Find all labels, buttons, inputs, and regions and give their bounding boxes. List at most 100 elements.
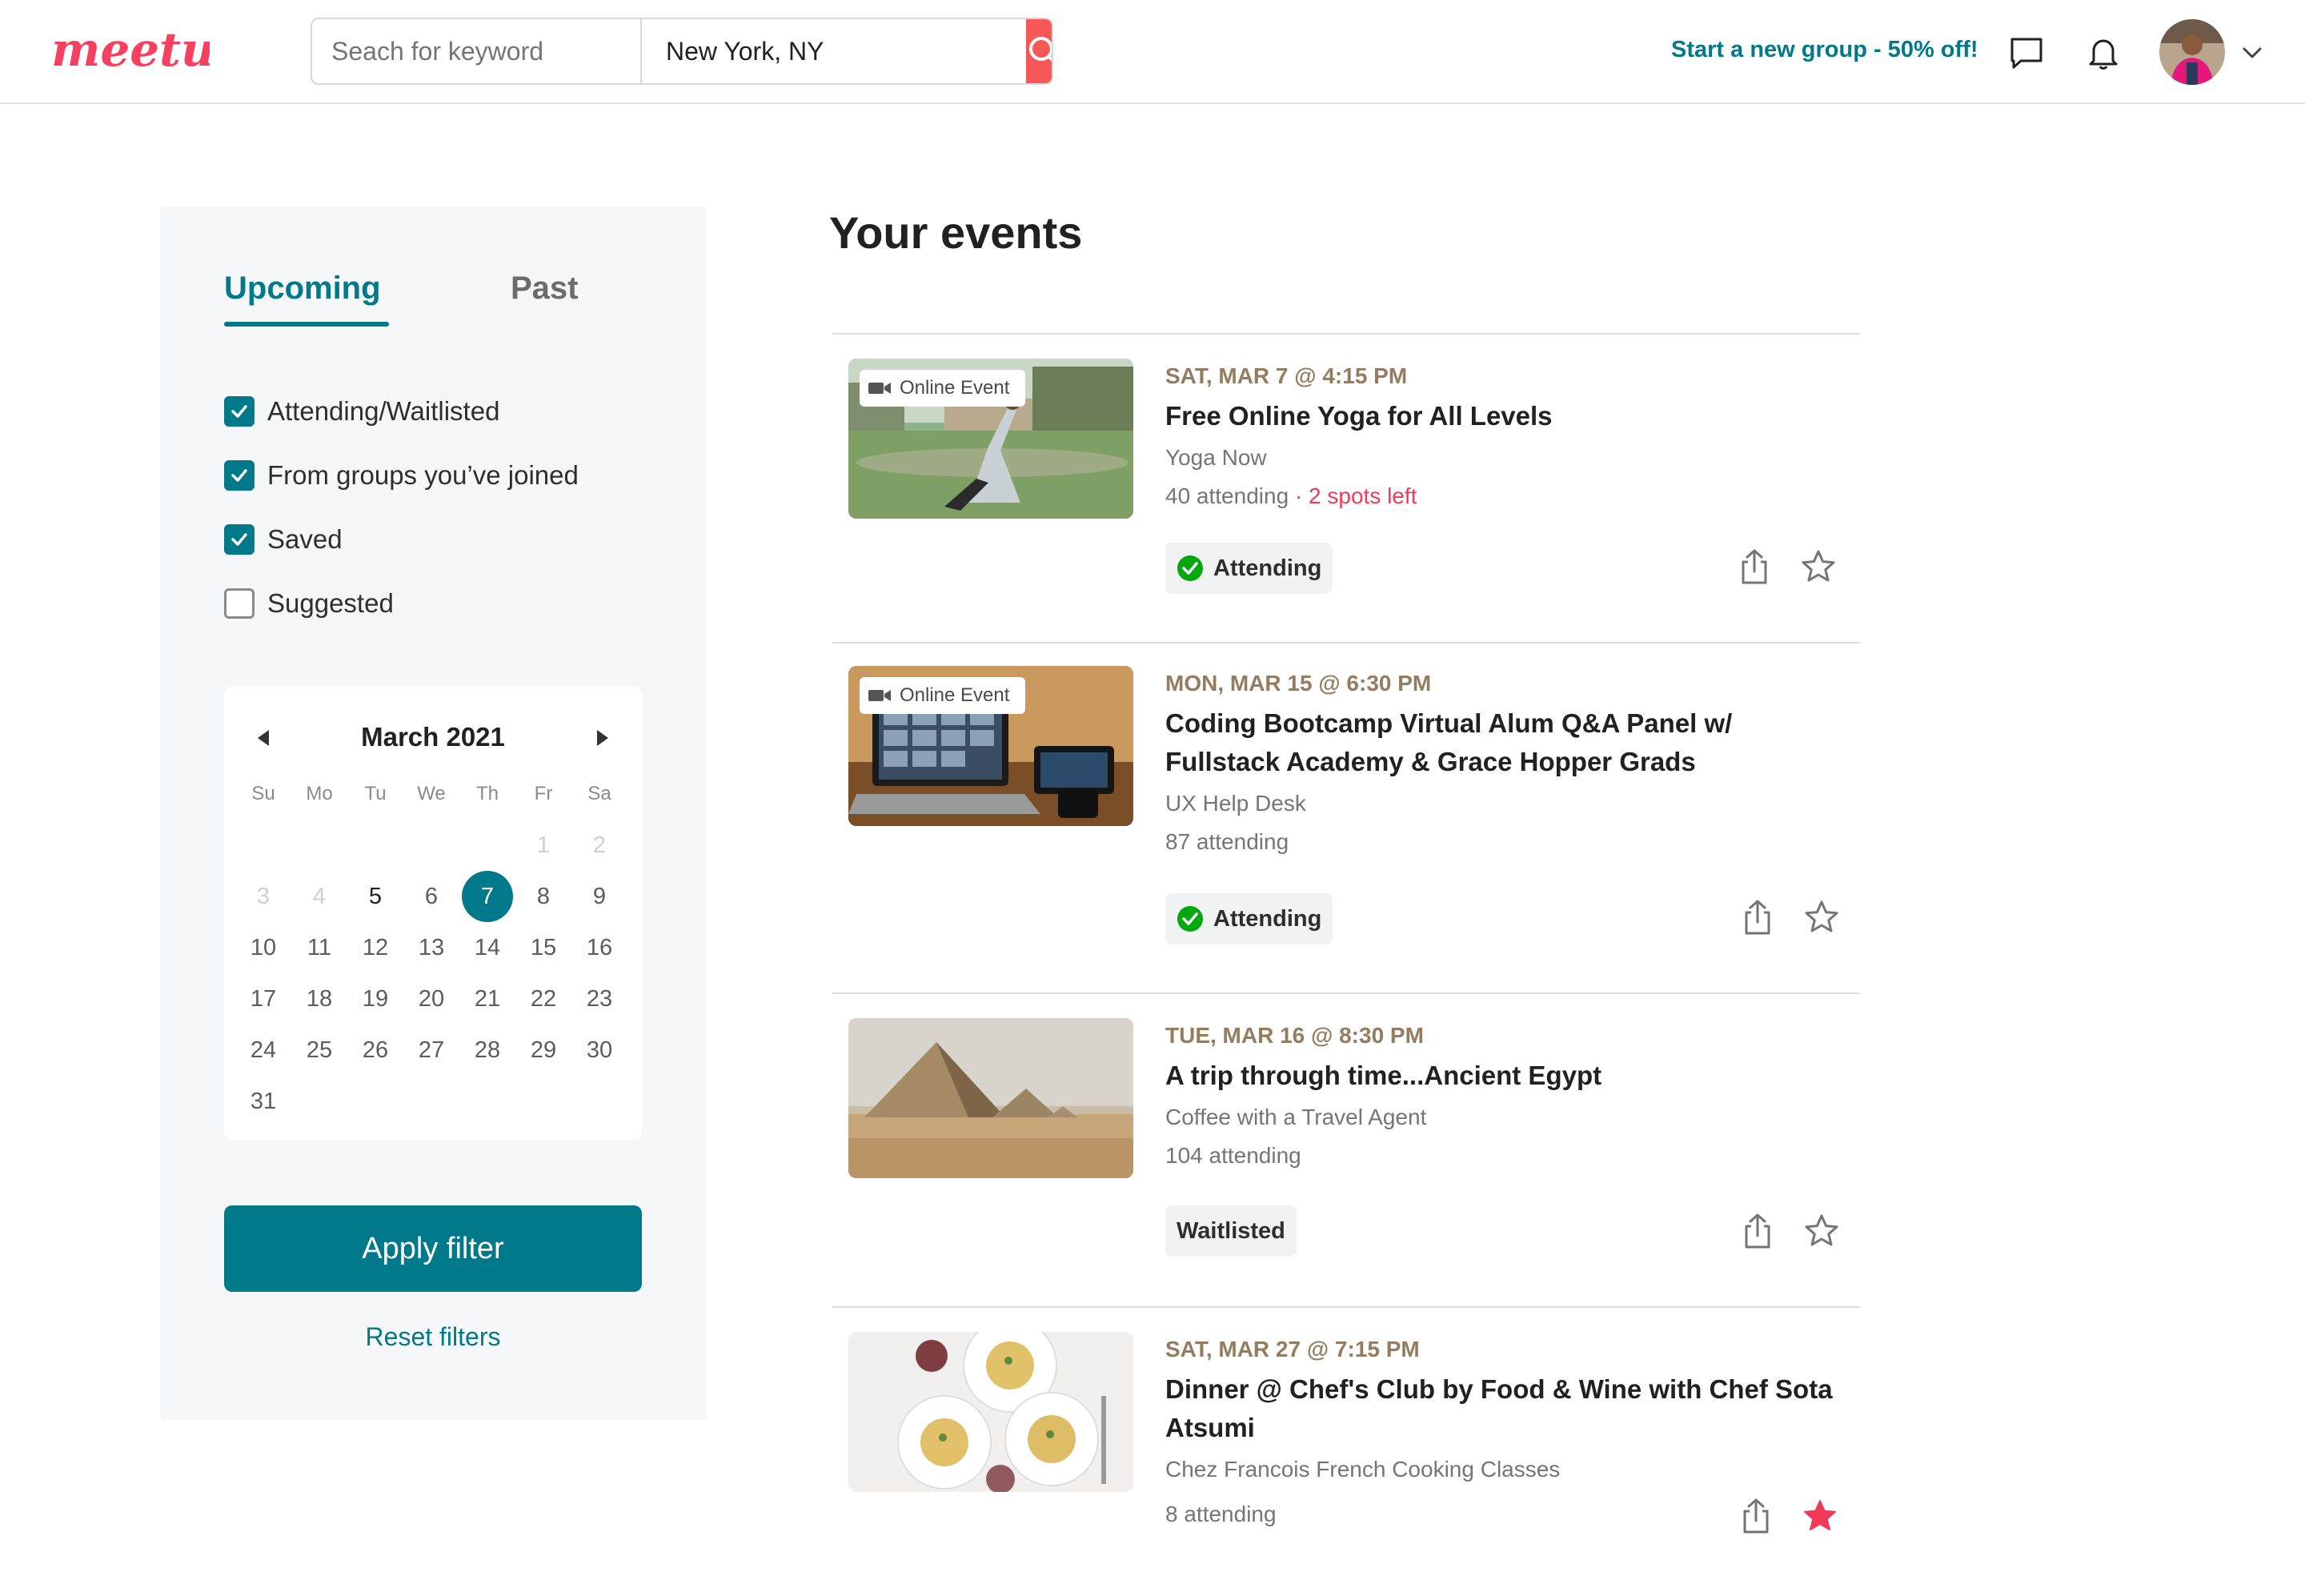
event-image-dinner[interactable]	[848, 1332, 1133, 1492]
calendar-blank-cell	[459, 820, 515, 871]
calendar-day[interactable]: 15	[515, 922, 571, 973]
search-button[interactable]	[1026, 19, 1052, 83]
location-input[interactable]	[642, 19, 1026, 83]
event-image-coding[interactable]: Online Event	[848, 666, 1133, 826]
calendar-blank-cell	[347, 820, 403, 871]
event-group-name[interactable]: Chez Francois French Cooking Classes	[1165, 1457, 1560, 1482]
share-button[interactable]	[1735, 1495, 1777, 1537]
save-star-button[interactable]	[1801, 896, 1842, 938]
event-date: SAT, MAR 7 @ 4:15 PM	[1165, 363, 1408, 388]
filter-attending-waitlisted[interactable]: Attending/Waitlisted	[224, 395, 499, 427]
save-star-button[interactable]	[1801, 1210, 1842, 1252]
event-image-egypt[interactable]	[848, 1018, 1133, 1178]
calendar-day[interactable]: 27	[403, 1025, 459, 1076]
search-icon	[1029, 37, 1052, 62]
calendar-day[interactable]: 31	[235, 1076, 291, 1127]
calendar-day[interactable]: 6	[403, 871, 459, 922]
event-title[interactable]: A trip through time...Ancient Egypt	[1165, 1057, 1846, 1095]
tab-past[interactable]: Past	[511, 271, 579, 307]
notifications-button[interactable]	[2083, 32, 2124, 74]
save-star-button[interactable]	[1798, 546, 1839, 587]
saved-star-button[interactable]	[1799, 1495, 1841, 1537]
checkbox-unchecked[interactable]	[224, 588, 255, 619]
event-card[interactable]: Online Event MON, MAR 15 @ 6:30 PM Codin…	[832, 642, 1860, 992]
calendar-day[interactable]: 17	[235, 973, 291, 1025]
calendar-weekday: Fr	[534, 783, 553, 804]
chevron-down-icon[interactable]	[2238, 38, 2267, 67]
filter-from-groups[interactable]: From groups you’ve joined	[224, 459, 579, 491]
share-button[interactable]	[1734, 546, 1775, 587]
filter-sidebar: Upcoming Past Attending/Waitlisted From …	[160, 207, 706, 1420]
event-group-name[interactable]: Yoga Now	[1165, 445, 1267, 471]
calendar-day[interactable]: 26	[347, 1025, 403, 1076]
calendar-day[interactable]: 12	[347, 922, 403, 973]
tab-upcoming[interactable]: Upcoming	[224, 271, 381, 307]
event-group-name[interactable]: Coffee with a Travel Agent	[1165, 1105, 1426, 1130]
next-month-button[interactable]	[586, 722, 618, 754]
online-badge-label: Online Event	[900, 377, 1010, 399]
event-attendance: 40 attending · 2 spots left	[1165, 483, 1417, 509]
calendar-day[interactable]: 10	[235, 922, 291, 973]
calendar-day[interactable]: 2	[571, 820, 627, 871]
calendar-day[interactable]: 9	[571, 871, 627, 922]
calendar-day[interactable]: 25	[291, 1025, 347, 1076]
checkmark-icon	[231, 469, 247, 482]
attendee-count: 104 attending	[1165, 1143, 1301, 1168]
calendar-day[interactable]: 29	[515, 1025, 571, 1076]
calendar-day[interactable]: 16	[571, 922, 627, 973]
calendar-day[interactable]: 5	[347, 871, 403, 922]
calendar-day[interactable]: 13	[403, 922, 459, 973]
share-button[interactable]	[1737, 896, 1778, 938]
calendar-day[interactable]: 24	[235, 1025, 291, 1076]
apply-filter-button[interactable]: Apply filter	[224, 1205, 642, 1292]
event-title[interactable]: Dinner @ Chef's Club by Food & Wine with…	[1165, 1370, 1846, 1447]
triangle-right-icon	[597, 730, 608, 746]
filter-suggested[interactable]: Suggested	[224, 587, 394, 620]
messages-button[interactable]	[2006, 32, 2047, 74]
checkbox-checked[interactable]	[224, 460, 255, 491]
calendar-day[interactable]: 11	[291, 922, 347, 973]
reset-filters-link[interactable]: Reset filters	[224, 1322, 642, 1352]
event-date: TUE, MAR 16 @ 8:30 PM	[1165, 1023, 1424, 1048]
calendar-day[interactable]: 21	[459, 973, 515, 1025]
share-icon	[1745, 900, 1770, 935]
event-card[interactable]: Online Event SAT, MAR 7 @ 4:15 PM Free O…	[832, 333, 1860, 642]
event-image-yoga[interactable]: Online Event	[848, 359, 1133, 519]
calendar-day-selected[interactable]: 7	[459, 871, 515, 922]
meetup-logo[interactable]: meetup	[50, 16, 210, 88]
calendar-day[interactable]: 28	[459, 1025, 515, 1076]
pyramids-photo	[848, 1018, 1133, 1178]
calendar-widget: March 2021 Su Mo Tu We Th Fr Sa 1 2 3 4 5 6 7 8 9 10 11 12…	[224, 687, 642, 1140]
event-card[interactable]: TUE, MAR 16 @ 8:30 PM A trip through tim…	[832, 992, 1860, 1306]
status-label: Attending	[1213, 555, 1322, 581]
attendee-count: 8 attending	[1165, 1502, 1277, 1526]
calendar-day[interactable]: 22	[515, 973, 571, 1025]
event-card[interactable]: SAT, MAR 27 @ 7:15 PM Dinner @ Chef's Cl…	[832, 1306, 1860, 1596]
calendar-day[interactable]: 8	[515, 871, 571, 922]
keyword-search-input[interactable]	[312, 19, 642, 83]
user-avatar[interactable]	[2159, 19, 2225, 85]
filter-saved[interactable]: Saved	[224, 523, 343, 555]
calendar-day[interactable]: 30	[571, 1025, 627, 1076]
calendar-day[interactable]: 4	[291, 871, 347, 922]
calendar-day[interactable]: 3	[235, 871, 291, 922]
calendar-weekday: Su	[251, 783, 275, 804]
calendar-day[interactable]: 18	[291, 973, 347, 1025]
checkbox-checked[interactable]	[224, 524, 255, 555]
checkmark-icon	[231, 533, 247, 546]
calendar-day[interactable]: 23	[571, 973, 627, 1025]
calendar-day[interactable]: 19	[347, 973, 403, 1025]
calendar-day[interactable]: 14	[459, 922, 515, 973]
event-title[interactable]: Coding Bootcamp Virtual Alum Q&A Panel w…	[1165, 704, 1846, 781]
attendee-count: 87 attending	[1165, 829, 1289, 854]
calendar-day[interactable]: 1	[515, 820, 571, 871]
calendar-day[interactable]: 20	[403, 973, 459, 1025]
start-new-group-link[interactable]: Start a new group - 50% off!	[1671, 37, 1978, 63]
event-title[interactable]: Free Online Yoga for All Levels	[1165, 397, 1846, 435]
online-badge-label: Online Event	[900, 684, 1010, 706]
checkmark-icon	[231, 405, 247, 418]
share-button[interactable]	[1737, 1210, 1778, 1252]
checkbox-checked[interactable]	[224, 396, 255, 427]
event-group-name[interactable]: UX Help Desk	[1165, 791, 1306, 816]
calendar-weekday: Th	[475, 783, 499, 804]
